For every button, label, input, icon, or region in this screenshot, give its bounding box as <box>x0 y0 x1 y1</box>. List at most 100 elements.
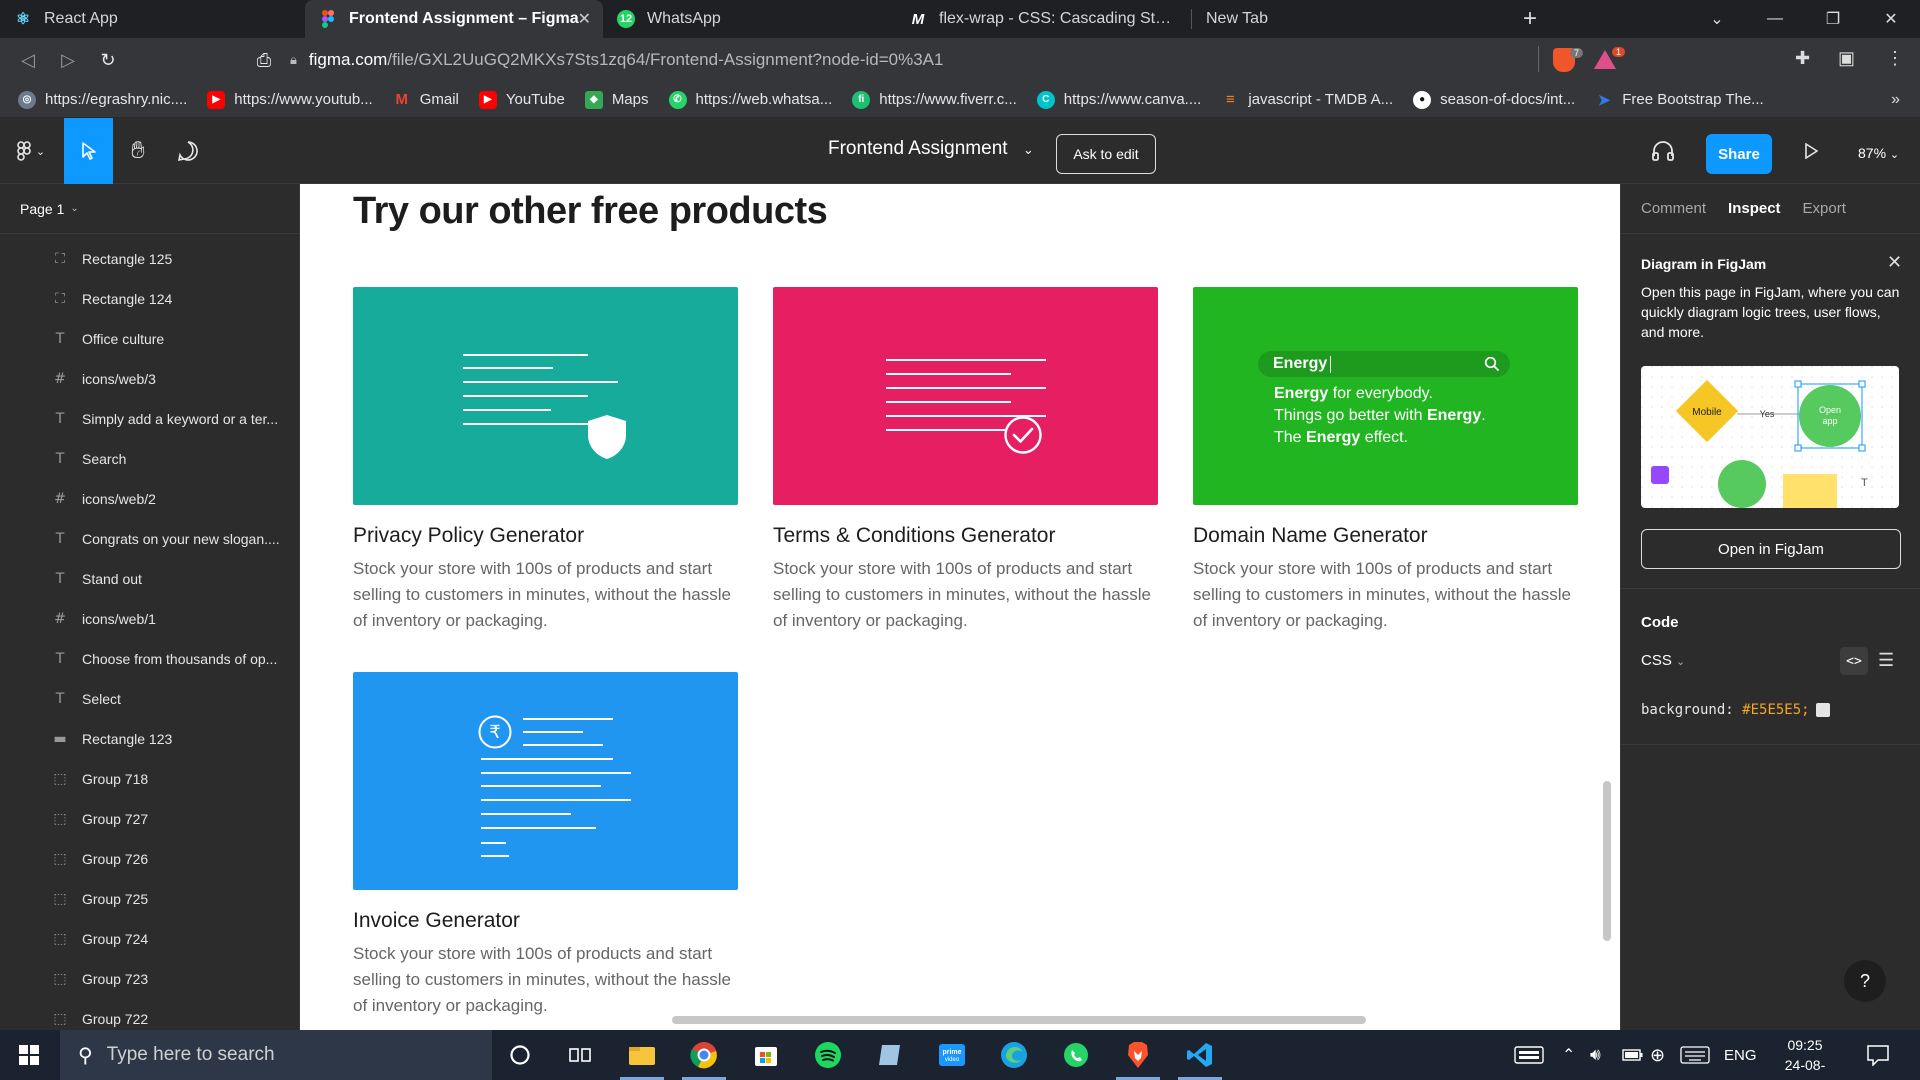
move-tool-button[interactable] <box>64 118 113 184</box>
bookmark-item[interactable]: ◆ Maps <box>584 90 649 109</box>
layer-item[interactable]: ⛶ Rectangle 124 <box>0 279 299 319</box>
open-in-figjam-button[interactable]: Open in FigJam <box>1641 529 1901 569</box>
notifications-icon[interactable] <box>1866 1030 1890 1080</box>
tab-inspect[interactable]: Inspect <box>1728 200 1781 217</box>
vertical-scrollbar[interactable] <box>1603 781 1611 941</box>
zoom-dropdown[interactable]: 87% ⌄ <box>1858 145 1899 161</box>
reload-icon[interactable]: ↻ <box>88 50 128 71</box>
taskbar-search[interactable]: ⚲ Type here to search <box>60 1030 492 1080</box>
bookmark-item[interactable]: M Gmail <box>393 91 458 109</box>
bookmark-item[interactable]: ✆ https://web.whatsa... <box>668 90 832 109</box>
bookmark-item[interactable]: fi https://www.fiverr.c... <box>852 90 1017 109</box>
document-title[interactable]: Frontend Assignment ⌄ <box>828 138 1034 160</box>
bookmark-icon[interactable]: ⎙ <box>244 50 284 71</box>
start-button[interactable] <box>0 1030 58 1080</box>
network-icon[interactable]: ⊕ <box>1650 1030 1665 1080</box>
page-selector[interactable]: Page 1 ⌄ <box>0 184 299 234</box>
hand-tool-button[interactable]: ✋︎ <box>113 118 163 184</box>
layer-item[interactable]: ⛶ Rectangle 125 <box>0 239 299 279</box>
layer-item[interactable]: ▬ Rectangle 123 <box>0 719 299 759</box>
layer-item[interactable]: T Search <box>0 439 299 479</box>
list-view-icon[interactable]: ☰ <box>1878 650 1894 671</box>
forward-icon[interactable]: ▷ <box>48 50 88 71</box>
tab-mdn[interactable]: M flex-wrap - CSS: Cascading Style Sheet <box>895 0 1191 38</box>
layer-item[interactable]: ⬚ Group 723 <box>0 959 299 999</box>
layer-item[interactable]: T Congrats on your new slogan.... <box>0 519 299 559</box>
layer-item[interactable]: ⬚ Group 724 <box>0 919 299 959</box>
share-button[interactable]: Share <box>1706 134 1772 174</box>
keyboard-icon[interactable] <box>1514 1030 1544 1080</box>
tray-expand-icon[interactable]: ⌃ <box>1562 1030 1575 1080</box>
layer-item[interactable]: ⬚ Group 727 <box>0 799 299 839</box>
whatsapp-icon[interactable] <box>1046 1030 1106 1080</box>
horizontal-scrollbar[interactable] <box>672 1016 1366 1024</box>
cortana-icon[interactable] <box>490 1030 550 1080</box>
tab-new-tab[interactable]: New Tab <box>1192 0 1502 38</box>
layer-item[interactable]: T Simply add a keyword or a ter... <box>0 399 299 439</box>
layer-item[interactable]: T Stand out <box>0 559 299 599</box>
task-view-icon[interactable] <box>550 1030 610 1080</box>
url-field[interactable]: 🔒︎ figma.com/file/GXL2UuGQ2MKXs7Sts1zq64… <box>290 44 1543 76</box>
layer-item[interactable]: ⬚ Group 726 <box>0 839 299 879</box>
layer-item[interactable]: T Choose from thousands of op... <box>0 639 299 679</box>
minimize-icon[interactable]: — <box>1746 0 1804 38</box>
prime-video-icon[interactable]: prime video <box>922 1030 982 1080</box>
spotify-icon[interactable] <box>798 1030 858 1080</box>
layer-item[interactable]: ⬚ Group 722 <box>0 999 299 1030</box>
battery-icon[interactable] <box>1622 1030 1644 1080</box>
card-image-domain[interactable]: Energy Energy for everybody. Things go b… <box>1193 287 1578 505</box>
tab-figma[interactable]: Frontend Assignment – Figma ✕ <box>305 0 603 38</box>
browser-menu-icon[interactable]: ⋮ <box>1886 48 1904 69</box>
help-button[interactable]: ? <box>1844 960 1886 1002</box>
close-icon[interactable]: ✕ <box>1887 252 1902 273</box>
main-menu-button[interactable]: ⌄ <box>0 118 62 184</box>
bookmark-item[interactable]: ➤ Free Bootstrap The... <box>1595 91 1764 109</box>
edge-icon[interactable] <box>984 1030 1044 1080</box>
input-language[interactable]: ENG <box>1724 1030 1757 1080</box>
bookmark-item[interactable]: ▶ https://www.youtub... <box>207 90 373 109</box>
layer-item[interactable]: ⬚ Group 718 <box>0 759 299 799</box>
tab-export[interactable]: Export <box>1803 200 1846 217</box>
back-icon[interactable]: ◁ <box>8 50 48 71</box>
new-tab-icon[interactable]: + <box>1512 5 1548 33</box>
code-view-icon[interactable]: <> <box>1840 647 1868 675</box>
bookmark-item[interactable]: ≡ javascript - TMDB A... <box>1221 91 1393 109</box>
layer-item[interactable]: T Office culture <box>0 319 299 359</box>
extensions-icon[interactable]: ✚ <box>1795 48 1810 69</box>
tab-comment[interactable]: Comment <box>1641 200 1706 217</box>
restore-icon[interactable]: ❐ <box>1804 0 1862 38</box>
card-image-terms[interactable] <box>773 287 1158 505</box>
close-tab-icon[interactable]: ✕ <box>578 9 591 29</box>
audio-button[interactable] <box>1640 118 1686 184</box>
layer-item[interactable]: T Select <box>0 679 299 719</box>
volume-icon[interactable]: 🔊︎ <box>1590 1030 1601 1080</box>
file-explorer-icon[interactable] <box>612 1030 672 1080</box>
ask-to-edit-button[interactable]: Ask to edit <box>1056 134 1156 174</box>
comment-tool-button[interactable] <box>163 118 213 184</box>
brave-browser-icon[interactable] <box>1108 1030 1168 1080</box>
tab-react-app[interactable]: ⚛ React App <box>0 0 305 38</box>
language-dropdown[interactable]: CSS ⌄ <box>1641 652 1685 669</box>
bookmark-item[interactable]: ▶ YouTube <box>478 90 565 109</box>
bookmark-item[interactable]: ● season-of-docs/int... <box>1413 90 1575 109</box>
wallet-icon[interactable]: ▣ <box>1838 48 1855 69</box>
layer-item[interactable]: ⬚ Group 725 <box>0 879 299 919</box>
bookmark-item[interactable]: ◎ https://egrashry.nic.... <box>18 90 187 109</box>
layer-item[interactable]: # icons/web/1 <box>0 599 299 639</box>
design-canvas[interactable]: Try our other free products Privacy Poli… <box>300 184 1620 1030</box>
system-clock[interactable]: 09:25 24-08-2022 <box>1770 1035 1840 1080</box>
chrome-icon[interactable] <box>674 1030 734 1080</box>
vscode-icon[interactable] <box>1170 1030 1230 1080</box>
layer-item[interactable]: # icons/web/2 <box>0 479 299 519</box>
card-image-invoice[interactable]: ₹ <box>353 672 738 890</box>
card-image-privacy[interactable] <box>353 287 738 505</box>
present-button[interactable] <box>1788 118 1834 184</box>
layer-item[interactable]: # icons/web/3 <box>0 359 299 399</box>
notes-app-icon[interactable] <box>860 1030 920 1080</box>
ms-store-icon[interactable] <box>736 1030 796 1080</box>
tab-whatsapp[interactable]: 12 WhatsApp <box>603 0 895 38</box>
close-window-icon[interactable]: ✕ <box>1862 0 1920 38</box>
more-bookmarks-icon[interactable]: » <box>1891 91 1900 109</box>
bookmark-item[interactable]: Chttps://www.canva.... <box>1036 90 1201 109</box>
tab-search-icon[interactable]: ⌄ <box>1688 0 1746 38</box>
